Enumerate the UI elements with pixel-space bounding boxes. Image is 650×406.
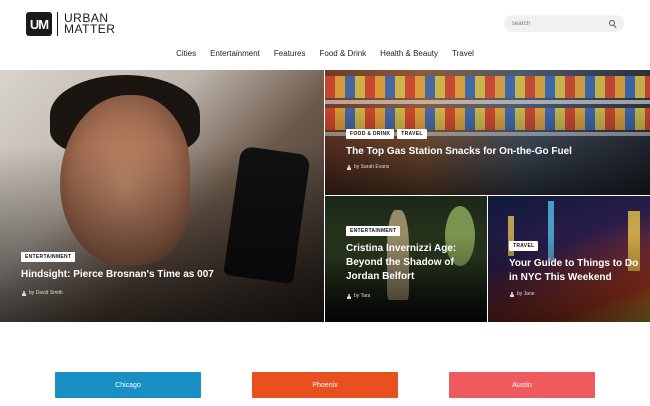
- main-nav: Cities Entertainment Features Food & Dri…: [0, 49, 650, 58]
- tag-badge[interactable]: TRAVEL: [397, 129, 427, 139]
- tag-badge[interactable]: ENTERTAINMENT: [346, 226, 401, 236]
- article-caption: ENTERTAINMENT Cristina Invernizzi Age: B…: [346, 226, 477, 299]
- user-icon: [509, 291, 514, 297]
- city-button-phoenix[interactable]: Phoenix: [252, 372, 398, 398]
- article-byline: by Tara: [346, 293, 477, 299]
- nav-entertainment[interactable]: Entertainment: [203, 49, 267, 58]
- author-name[interactable]: by Tara: [354, 293, 370, 299]
- user-icon: [21, 290, 26, 296]
- tag-badge[interactable]: FOOD & DRINK: [346, 129, 395, 139]
- logo-divider: [57, 12, 58, 36]
- article-title[interactable]: Cristina Invernizzi Age: Beyond the Shad…: [346, 242, 477, 284]
- author-name[interactable]: by Jane: [517, 291, 535, 297]
- header: UM URBAN MATTER Cities Entertainment Fea…: [0, 0, 650, 70]
- article-byline: by David Smith: [21, 290, 314, 296]
- article-byline: by Sarah Evans: [346, 164, 640, 170]
- article-card-bottom-left[interactable]: ENTERTAINMENT Cristina Invernizzi Age: B…: [325, 196, 487, 322]
- user-icon: [346, 293, 351, 299]
- nav-food-drink[interactable]: Food & Drink: [312, 49, 373, 58]
- article-tags: ENTERTAINMENT: [346, 226, 477, 236]
- article-title[interactable]: Your Guide to Things to Do in NYC This W…: [509, 257, 640, 285]
- search-input[interactable]: [512, 20, 609, 27]
- article-caption: TRAVEL Your Guide to Things to Do in NYC…: [509, 241, 640, 297]
- nav-features[interactable]: Features: [267, 49, 313, 58]
- article-title[interactable]: The Top Gas Station Snacks for On-the-Go…: [346, 145, 640, 158]
- logo[interactable]: UM URBAN MATTER: [26, 11, 115, 37]
- article-tags: FOOD & DRINK TRAVEL: [346, 129, 640, 139]
- user-icon: [346, 164, 351, 170]
- hero-grid: ENTERTAINMENT Hindsight: Pierce Brosnan'…: [0, 70, 650, 322]
- city-button-chicago[interactable]: Chicago: [55, 372, 201, 398]
- nav-travel[interactable]: Travel: [445, 49, 481, 58]
- article-caption: FOOD & DRINK TRAVEL The Top Gas Station …: [346, 129, 640, 170]
- tag-badge[interactable]: TRAVEL: [509, 241, 539, 251]
- hero-image-shelf: [325, 100, 650, 104]
- article-tags: ENTERTAINMENT: [21, 252, 314, 262]
- author-name[interactable]: by Sarah Evans: [354, 164, 389, 170]
- tag-badge[interactable]: ENTERTAINMENT: [21, 252, 76, 262]
- logo-wordmark: URBAN MATTER: [64, 12, 116, 36]
- city-button-austin[interactable]: Austin: [449, 372, 595, 398]
- hero-image-snacks-row: [325, 76, 650, 98]
- nav-cities[interactable]: Cities: [169, 49, 203, 58]
- nav-health-beauty[interactable]: Health & Beauty: [373, 49, 445, 58]
- article-card-top[interactable]: FOOD & DRINK TRAVEL The Top Gas Station …: [325, 70, 650, 195]
- logo-mark: UM: [26, 12, 52, 36]
- city-buttons: Chicago Phoenix Austin: [0, 372, 650, 398]
- author-name[interactable]: by David Smith: [29, 290, 63, 296]
- article-card-bottom-right[interactable]: TRAVEL Your Guide to Things to Do in NYC…: [488, 196, 650, 322]
- article-byline: by Jane: [509, 291, 640, 297]
- logo-line-2: MATTER: [64, 22, 116, 36]
- article-tags: TRAVEL: [509, 241, 640, 251]
- article-title[interactable]: Hindsight: Pierce Brosnan's Time as 007: [21, 268, 314, 281]
- article-card-main[interactable]: ENTERTAINMENT Hindsight: Pierce Brosnan'…: [0, 70, 324, 322]
- search-icon[interactable]: [609, 20, 616, 27]
- article-caption: ENTERTAINMENT Hindsight: Pierce Brosnan'…: [21, 252, 314, 296]
- page: UM URBAN MATTER Cities Entertainment Fea…: [0, 0, 650, 406]
- search-box: [504, 15, 624, 32]
